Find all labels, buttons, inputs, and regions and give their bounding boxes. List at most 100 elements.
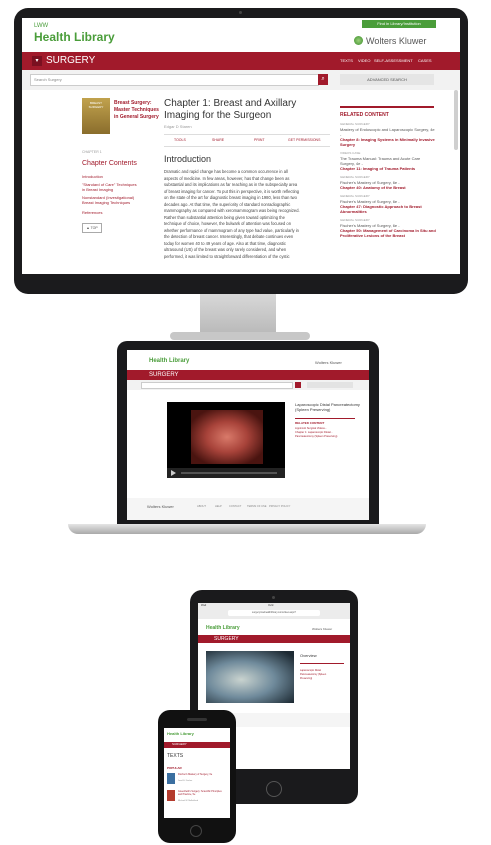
related-item[interactable]: GENERAL SURGERY Mastery of Endoscopic an… [340,122,436,147]
phone-site-logo[interactable]: Health Library [167,731,194,736]
book-cover[interactable]: BREAST SURGERY [82,98,110,134]
site-logo[interactable]: Health Library [34,30,115,44]
chapter-body: Dramatic and rapid change has become a c… [164,169,334,260]
related-item[interactable]: GENERAL SURGERY Fischer's Mastery of Sur… [340,194,436,214]
related-item[interactable]: GENERAL SURGERY Fischer's Mastery of Sur… [340,218,436,238]
tablet-title: Overview [300,653,317,658]
section-heading: Introduction [164,154,212,164]
tablet-related-line[interactable]: Preserving) [300,677,312,680]
video-player[interactable] [167,402,285,478]
related-title[interactable]: Chapter 50: Management of Carcinoma In S… [340,228,436,238]
phone-book-thumb [167,790,175,801]
laptop-related-heading: RELATED CONTENT [295,421,325,425]
search-icon[interactable]: ⌕ [318,74,328,85]
monitor-stand [200,294,276,334]
contents-item[interactable]: Breast Imaging Techniques [82,200,130,205]
progress-bar[interactable] [181,472,277,474]
contents-item[interactable]: in Breast Imaging [82,187,113,192]
footer-help[interactable]: HELP [215,505,222,508]
tablet-related-line[interactable]: Pancreatectomy (Spleen [300,673,326,676]
nav-texts[interactable]: TEXTS [340,58,353,63]
related-list: GENERAL SURGERY Mastery of Endoscopic an… [340,122,436,238]
publisher-name: Wolters Kluwer [366,36,427,46]
footer-terms[interactable]: TERMS OF USE [247,505,266,508]
related-source: Mastery of Endoscopic and Laparoscopic S… [340,127,435,137]
phone-book-title[interactable]: Fischer's Mastery of Surgery, 6e [178,773,226,776]
nav-self-assessment[interactable]: SELF-ASSESSMENT [374,58,413,63]
laptop-footer-publisher: Wolters Kluwer [147,504,174,509]
nav-video[interactable]: VIDEO [358,58,370,63]
phone-popular: POPULAR [167,766,182,770]
book-title-1[interactable]: Breast Surgery: [114,100,152,106]
phone-book-desc: Michael W. Mulholland [178,800,199,802]
footer-contact[interactable]: CONTACT [229,505,241,508]
tablet-related-divider [300,663,344,664]
contents-item[interactable]: References [82,210,102,215]
related-item[interactable]: VIDEOS CASE The Trauma Manual: Trauma an… [340,151,436,171]
section-title: SURGERY [46,55,96,66]
related-item[interactable]: GENERAL SURGERY Fischer's Mastery of Sur… [340,175,436,190]
laptop-advanced-search[interactable] [307,382,353,388]
tablet-publisher: Wolters Kluwer [312,627,333,631]
related-heading: RELATED CONTENT [340,112,389,118]
monitor-camera-icon [239,11,242,14]
laptop-search-icon[interactable] [295,382,301,388]
tools-divider-bottom [164,146,330,147]
nav-cases[interactable]: CASES [418,58,432,63]
top-button[interactable]: ▲ TOP [82,223,102,233]
tablet-related-line[interactable]: Laparoscopic Distal [300,669,321,672]
play-icon[interactable] [171,470,176,476]
laptop-section-bar: SURGERY [127,370,369,380]
footer-privacy[interactable]: PRIVACY POLICY [269,505,290,508]
search-row: Search Surgery ⌕ ADVANCED SEARCH [22,70,460,90]
phone-speaker-icon [187,718,207,721]
phone-book-thumb [167,773,175,784]
tools-button[interactable]: TOOLS [174,138,186,142]
tools-divider [164,134,330,135]
laptop-related-line[interactable]: Lippincott Surgical Videos... [295,427,327,430]
related-title[interactable]: Chapter 47: Diagnostic Approach to Breas… [340,204,436,214]
phone-list-item[interactable]: Greenfield's Surgery: Scientific Princip… [167,790,227,806]
scrollbar[interactable] [454,90,458,150]
tablet-video[interactable] [206,651,294,703]
body-line: performed, it was limited to straightfor… [164,253,290,259]
book-title-3[interactable]: in General Surgery [114,114,159,120]
logo-small: LWW [34,23,49,29]
home-button-icon[interactable] [266,781,282,797]
laptop-related-line[interactable]: Pancreatectomy (Spleen Preserving) [295,435,337,438]
laptop-related-line[interactable]: Chapter 1: Laparoscopic Distal... [295,431,333,434]
monitor-stand-base [170,332,310,340]
advanced-search-button[interactable]: ADVANCED SEARCH [340,74,434,85]
phone-screen: Health Library SURGERY TEXTS POPULAR Fis… [164,728,230,818]
related-title[interactable]: Chapter 11: Imaging of Trauma Patients [340,166,436,171]
tablet-browser-bar: iPad Ovid surgery.lwwhealthlibrary.com/v… [198,603,350,619]
phone-home-button-icon[interactable] [190,825,202,837]
related-title[interactable]: Chapter 40: Anatomy of the Breast [340,185,436,190]
related-title[interactable]: Chapter 8: Imaging Systems in Minimally … [340,137,436,147]
chevron-down-icon[interactable]: ▾ [32,56,42,66]
related-source: The Trauma Manual: Trauma and Acute Care… [340,156,421,166]
search-input[interactable]: Search Surgery [30,74,319,86]
share-button[interactable]: SHARE [212,138,224,142]
laptop-site-logo[interactable]: Health Library [149,358,189,364]
phone-list-item[interactable]: Fischer's Mastery of Surgery, 6e Josef E… [167,773,227,787]
chapter-title-1: Chapter 1: Breast and Axillary [164,98,297,109]
section-bar: ▾ SURGERY TEXTS VIDEO SELF-ASSESSMENT CA… [22,52,460,70]
chapter-pager[interactable]: CHAPTER 1 [82,150,102,154]
tablet-status-center: Ovid [268,604,274,607]
footer-about[interactable]: ABOUT [197,505,206,508]
book-title-2[interactable]: Master Techniques [114,107,159,113]
tablet-site-logo[interactable]: Health Library [206,625,240,631]
permissions-button[interactable]: GET PERMISSIONS [288,138,320,142]
print-button[interactable]: PRINT [254,138,265,142]
video-controls[interactable] [167,468,285,478]
tablet-url-bar[interactable]: surgery.lwwhealthlibrary.com/video.aspx? [228,610,320,616]
library-link[interactable]: Find in Library/Institution [362,20,436,28]
contents-item[interactable]: Introduction [82,174,103,179]
laptop-search-input[interactable] [141,382,293,389]
laptop-screen: Health Library Wolters Kluwer SURGERY La… [127,350,369,520]
chapter-title-2: Imaging for the Surgeon [164,110,272,121]
laptop-related-divider [295,418,355,419]
tablet-section-bar: SURGERY [198,635,350,643]
phone-book-title[interactable]: Greenfield's Surgery: Scientific Princip… [178,790,226,796]
